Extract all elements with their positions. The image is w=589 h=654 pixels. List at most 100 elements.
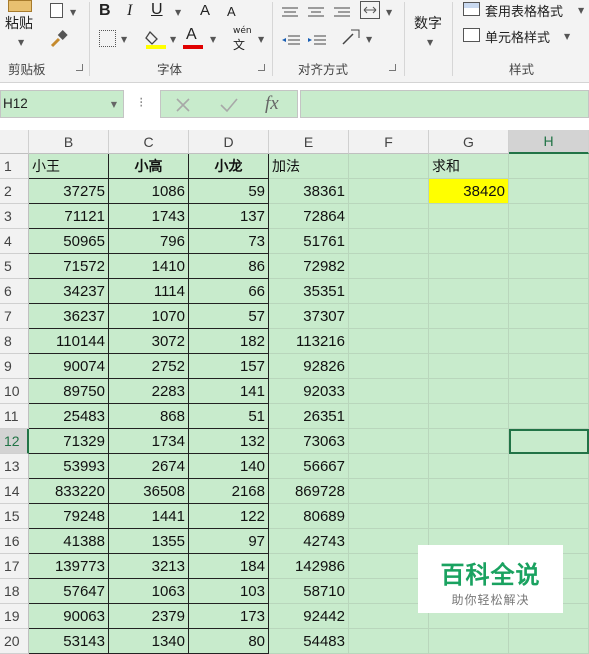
number-dropdown-icon[interactable]: ▼ bbox=[427, 38, 433, 47]
cell-b5[interactable]: 71572 bbox=[29, 254, 109, 279]
cell-e6[interactable]: 35351 bbox=[269, 279, 349, 304]
cell-h1[interactable] bbox=[509, 154, 589, 179]
cell-d8[interactable]: 182 bbox=[189, 329, 269, 354]
cell-d17[interactable]: 184 bbox=[189, 554, 269, 579]
cell-g15[interactable] bbox=[429, 504, 509, 529]
cell-g11[interactable] bbox=[429, 404, 509, 429]
row-header-10[interactable]: 10 bbox=[0, 379, 29, 404]
cell-f6[interactable] bbox=[349, 279, 429, 304]
cell-e13[interactable]: 56667 bbox=[269, 454, 349, 479]
cell-c8[interactable]: 3072 bbox=[109, 329, 189, 354]
column-header-c[interactable]: C bbox=[109, 130, 189, 154]
cell-c2[interactable]: 1086 bbox=[109, 179, 189, 204]
copy-dropdown-icon[interactable]: ▼ bbox=[70, 8, 76, 17]
sum-value-cell[interactable]: 38420 bbox=[429, 179, 509, 204]
cell-d14[interactable]: 2168 bbox=[189, 479, 269, 504]
row-header-14[interactable]: 14 bbox=[0, 479, 29, 504]
row-header-15[interactable]: 15 bbox=[0, 504, 29, 529]
cell-c10[interactable]: 2283 bbox=[109, 379, 189, 404]
cell-d6[interactable]: 66 bbox=[189, 279, 269, 304]
align-top-icon[interactable] bbox=[282, 4, 298, 17]
cancel-icon[interactable] bbox=[175, 97, 191, 113]
cell-c18[interactable]: 1063 bbox=[109, 579, 189, 604]
format-painter-icon[interactable] bbox=[50, 30, 68, 48]
name-box-dropdown-icon[interactable]: ▼ bbox=[111, 100, 117, 109]
phonetic-guide-button[interactable]: 文 bbox=[233, 36, 245, 53]
cell-c6[interactable]: 1114 bbox=[109, 279, 189, 304]
cell-c4[interactable]: 796 bbox=[109, 229, 189, 254]
cell-e15[interactable]: 80689 bbox=[269, 504, 349, 529]
header-cell-e1[interactable]: 加法 bbox=[269, 154, 349, 179]
cell-e20[interactable]: 54483 bbox=[269, 629, 349, 654]
cell-h15[interactable] bbox=[509, 504, 589, 529]
align-middle-icon[interactable] bbox=[308, 4, 324, 17]
cell-f12[interactable] bbox=[349, 429, 429, 454]
row-header-16[interactable]: 16 bbox=[0, 529, 29, 554]
cell-b20[interactable]: 53143 bbox=[29, 629, 109, 654]
cell-d9[interactable]: 157 bbox=[189, 354, 269, 379]
cell-b7[interactable]: 36237 bbox=[29, 304, 109, 329]
cell-styles-icon[interactable] bbox=[463, 28, 480, 42]
cell-f9[interactable] bbox=[349, 354, 429, 379]
cell-e2[interactable]: 38361 bbox=[269, 179, 349, 204]
italic-button[interactable]: I bbox=[127, 2, 132, 20]
cell-f14[interactable] bbox=[349, 479, 429, 504]
cell-b15[interactable]: 79248 bbox=[29, 504, 109, 529]
cell-d12[interactable]: 132 bbox=[189, 429, 269, 454]
borders-dropdown-icon[interactable]: ▼ bbox=[121, 35, 127, 44]
paste-button[interactable]: 粘贴 bbox=[5, 13, 33, 33]
cell-g5[interactable] bbox=[429, 254, 509, 279]
cell-f20[interactable] bbox=[349, 629, 429, 654]
cell-e7[interactable]: 37307 bbox=[269, 304, 349, 329]
cell-d7[interactable]: 57 bbox=[189, 304, 269, 329]
cell-d2[interactable]: 59 bbox=[189, 179, 269, 204]
borders-icon[interactable] bbox=[99, 30, 116, 47]
cell-b13[interactable]: 53993 bbox=[29, 454, 109, 479]
column-header-f[interactable]: F bbox=[349, 130, 429, 154]
cell-f3[interactable] bbox=[349, 204, 429, 229]
cell-e9[interactable]: 92826 bbox=[269, 354, 349, 379]
font-color-dropdown-icon[interactable]: ▼ bbox=[210, 35, 216, 44]
merge-dropdown-icon[interactable]: ▼ bbox=[386, 8, 392, 17]
cell-h13[interactable] bbox=[509, 454, 589, 479]
formula-bar-grip-icon[interactable]: ⁝ bbox=[139, 95, 143, 111]
cell-f7[interactable] bbox=[349, 304, 429, 329]
font-color-button[interactable]: A bbox=[186, 26, 197, 44]
copy-icon[interactable] bbox=[50, 3, 63, 18]
cell-e8[interactable]: 113216 bbox=[269, 329, 349, 354]
cell-e11[interactable]: 26351 bbox=[269, 404, 349, 429]
cell-d18[interactable]: 103 bbox=[189, 579, 269, 604]
cell-d20[interactable]: 80 bbox=[189, 629, 269, 654]
row-header-20[interactable]: 20 bbox=[0, 629, 29, 654]
row-header-5[interactable]: 5 bbox=[0, 254, 29, 279]
cell-f1[interactable] bbox=[349, 154, 429, 179]
cell-g4[interactable] bbox=[429, 229, 509, 254]
cell-g6[interactable] bbox=[429, 279, 509, 304]
phonetic-guide-top[interactable]: wén bbox=[233, 26, 252, 36]
cell-e19[interactable]: 92442 bbox=[269, 604, 349, 629]
cell-d13[interactable]: 140 bbox=[189, 454, 269, 479]
cell-f17[interactable] bbox=[349, 554, 429, 579]
cell-f2[interactable] bbox=[349, 179, 429, 204]
cell-g10[interactable] bbox=[429, 379, 509, 404]
cell-c7[interactable]: 1070 bbox=[109, 304, 189, 329]
clipboard-dialog-launcher-icon[interactable] bbox=[76, 64, 83, 71]
cell-b19[interactable]: 90063 bbox=[29, 604, 109, 629]
cell-b2[interactable]: 37275 bbox=[29, 179, 109, 204]
column-header-g[interactable]: G bbox=[429, 130, 509, 154]
row-header-9[interactable]: 9 bbox=[0, 354, 29, 379]
cell-c15[interactable]: 1441 bbox=[109, 504, 189, 529]
cell-g12[interactable] bbox=[429, 429, 509, 454]
cell-d16[interactable]: 97 bbox=[189, 529, 269, 554]
sum-label-cell[interactable]: 求和 bbox=[429, 154, 509, 179]
cell-h20[interactable] bbox=[509, 629, 589, 654]
cell-c13[interactable]: 2674 bbox=[109, 454, 189, 479]
cell-d11[interactable]: 51 bbox=[189, 404, 269, 429]
formula-input[interactable] bbox=[300, 90, 589, 118]
column-header-b[interactable]: B bbox=[29, 130, 109, 154]
cell-f18[interactable] bbox=[349, 579, 429, 604]
cell-f13[interactable] bbox=[349, 454, 429, 479]
cell-g9[interactable] bbox=[429, 354, 509, 379]
cell-c9[interactable]: 2752 bbox=[109, 354, 189, 379]
cell-h5[interactable] bbox=[509, 254, 589, 279]
